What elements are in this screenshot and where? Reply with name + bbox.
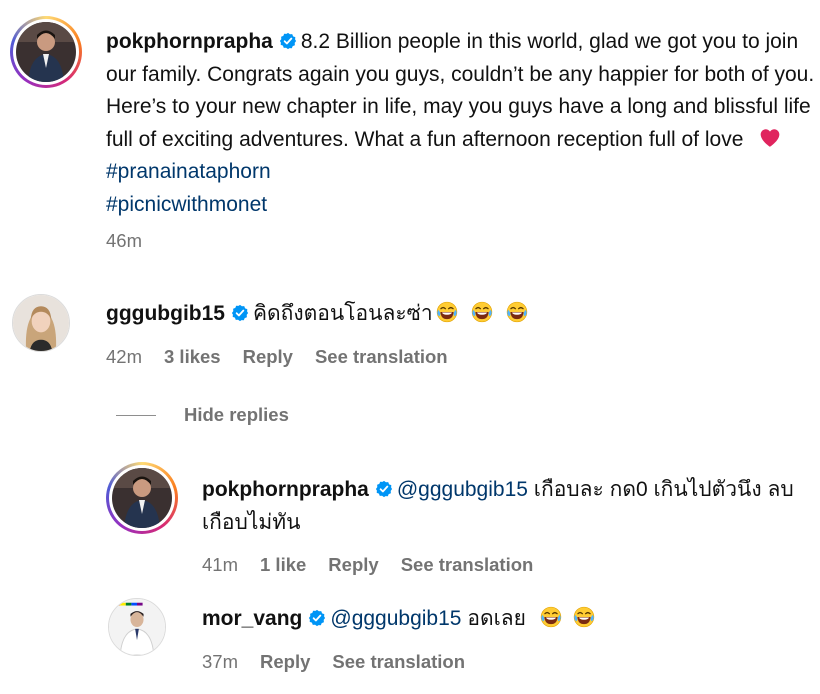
face-with-tears-of-joy-icon: [471, 301, 493, 323]
see-translation-button[interactable]: See translation: [401, 554, 534, 575]
verified-badge-icon: [279, 32, 297, 50]
verified-badge-icon: [308, 609, 326, 627]
reply-body: อดเลย: [467, 607, 526, 630]
username[interactable]: pokphornprapha: [202, 478, 369, 501]
reply-button[interactable]: Reply: [328, 554, 378, 575]
reply-button[interactable]: Reply: [243, 346, 293, 367]
comment-meta: 42m 3 likes Reply See translation: [106, 346, 470, 368]
divider-line: [116, 414, 156, 416]
comment-meta: 46m: [106, 230, 164, 252]
verified-badge-icon: [375, 480, 393, 498]
mention-link[interactable]: @gggubgib15: [397, 478, 528, 501]
hashtag-pranainataphorn[interactable]: #pranainataphorn: [106, 160, 271, 183]
comment-text-block: pokphornprapha 8.2 Billion people in this…: [106, 26, 818, 221]
timestamp[interactable]: 46m: [106, 230, 142, 251]
face-with-tears-of-joy-icon: [540, 606, 562, 628]
avatar-photo: [112, 468, 172, 528]
reply-button[interactable]: Reply: [260, 651, 310, 672]
mention-link[interactable]: @gggubgib15: [330, 607, 461, 630]
hashtag-picnicwithmonet[interactable]: #picnicwithmonet: [106, 193, 267, 216]
hide-replies-label[interactable]: Hide replies: [184, 404, 289, 426]
red-heart-icon: [759, 127, 781, 149]
avatar[interactable]: [106, 462, 178, 534]
reply-meta: 41m 1 like Reply See translation: [202, 554, 555, 576]
username[interactable]: gggubgib15: [106, 302, 225, 325]
face-with-tears-of-joy-icon: [436, 301, 458, 323]
reply-meta: 37m Reply See translation: [202, 651, 487, 673]
avatar[interactable]: [12, 294, 70, 352]
username[interactable]: mor_vang: [202, 607, 302, 630]
hide-replies-toggle[interactable]: Hide replies: [116, 404, 289, 426]
avatar[interactable]: [10, 16, 82, 88]
reply-text-block: mor_vang @gggubgib15 อดเลย: [202, 603, 598, 636]
username[interactable]: pokphornprapha: [106, 30, 273, 53]
reply-text-block: pokphornprapha @gggubgib15 เกือบละ กด0 เก…: [202, 474, 802, 539]
likes-count[interactable]: 1 like: [260, 554, 306, 575]
timestamp[interactable]: 42m: [106, 346, 142, 367]
avatar-photo: [13, 295, 69, 351]
avatar-photo: [16, 22, 76, 82]
comment-body: คิดถึงตอนโอนละซ่า: [253, 302, 433, 325]
comment-text-block: gggubgib15 คิดถึงตอนโอนละซ่า: [106, 298, 531, 331]
avatar-photo: [109, 599, 165, 655]
verified-badge-icon: [231, 304, 249, 322]
face-with-tears-of-joy-icon: [506, 301, 528, 323]
timestamp[interactable]: 37m: [202, 651, 238, 672]
see-translation-button[interactable]: See translation: [315, 346, 448, 367]
see-translation-button[interactable]: See translation: [332, 651, 465, 672]
face-with-tears-of-joy-icon: [573, 606, 595, 628]
likes-count[interactable]: 3 likes: [164, 346, 221, 367]
timestamp[interactable]: 41m: [202, 554, 238, 575]
avatar[interactable]: [108, 598, 166, 656]
